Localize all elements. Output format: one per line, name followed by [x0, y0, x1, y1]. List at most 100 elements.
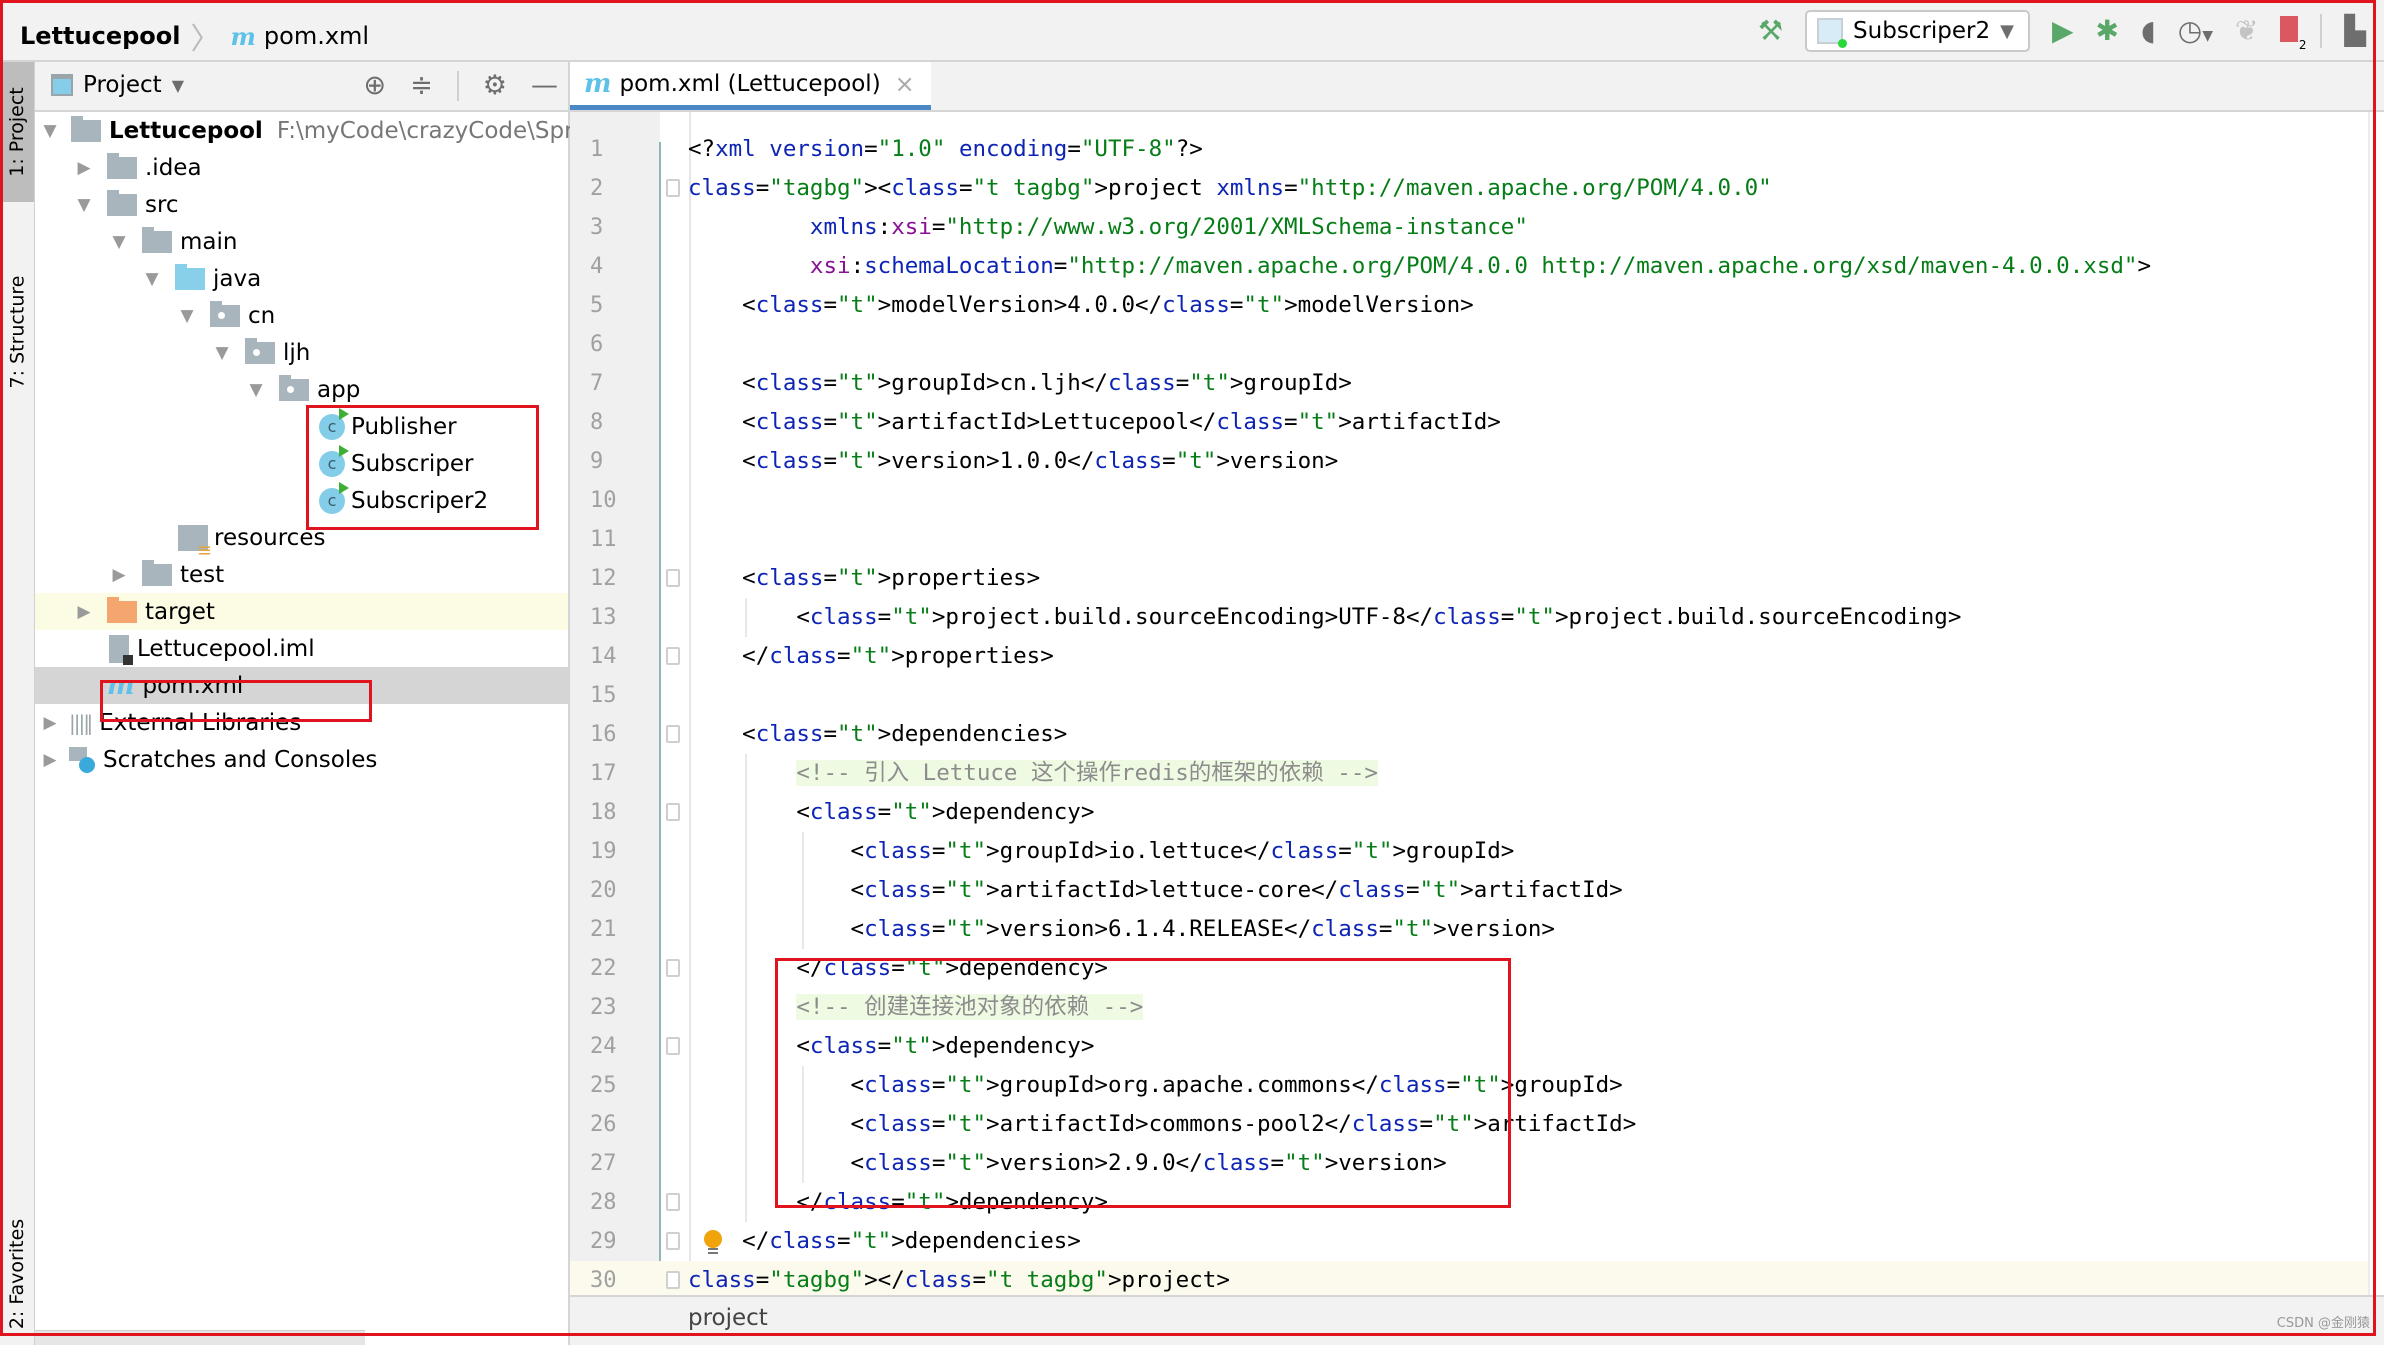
editor-breadcrumb-item[interactable]: project — [688, 1305, 768, 1331]
line-number[interactable]: 23 — [570, 988, 650, 1027]
code-line[interactable]: <class="t">groupId>cn.ljh</class="t">gro… — [688, 364, 1352, 403]
expand-arrow-icon[interactable]: ▶ — [41, 713, 59, 733]
tree-item-scratches[interactable]: ▶ Scratches and Consoles — [35, 741, 568, 778]
line-number[interactable]: 24 — [570, 1027, 650, 1066]
tree-item-file-selected[interactable]: m pom.xml — [35, 667, 568, 704]
code-line[interactable]: </class="t">dependencies> — [688, 1222, 1081, 1261]
fold-marker-icon[interactable] — [666, 1037, 680, 1055]
tree-item-class[interactable]: c Publisher — [35, 407, 568, 445]
code-line[interactable]: <class="t">version>6.1.4.RELEASE</class=… — [688, 910, 1555, 949]
lightbulb-icon[interactable] — [704, 1230, 722, 1254]
code-line[interactable]: <class="t">groupId>io.lettuce</class="t"… — [688, 832, 1515, 871]
code-line[interactable]: class="tagbg"><class="t tagbg">project x… — [688, 169, 1772, 208]
line-number[interactable]: 7 — [570, 364, 650, 403]
line-number[interactable]: 17 — [570, 754, 650, 793]
coverage-icon[interactable]: ◖ — [2141, 17, 2156, 45]
line-number[interactable]: 20 — [570, 871, 650, 910]
collapse-all-icon[interactable]: ≑ — [410, 70, 433, 101]
tree-item-folder[interactable]: ▼ main — [35, 223, 568, 260]
code-line[interactable]: <?xml version="1.0" encoding="UTF-8"?> — [688, 130, 1203, 169]
tree-item-package[interactable]: ▼ ljh — [35, 334, 568, 371]
tree-item-class[interactable]: c Subscriper2 — [35, 481, 568, 519]
fold-marker-icon[interactable] — [666, 1193, 680, 1211]
line-number[interactable]: 25 — [570, 1066, 650, 1105]
collapse-arrow-icon[interactable]: ▼ — [178, 306, 196, 326]
line-number[interactable]: 5 — [570, 286, 650, 325]
expand-arrow-icon[interactable]: ▶ — [75, 158, 93, 178]
expand-arrow-icon[interactable]: ▶ — [41, 750, 59, 770]
fold-marker-icon[interactable] — [666, 959, 680, 977]
code-line[interactable]: </class="t">dependency> — [688, 949, 1108, 988]
code-line[interactable]: <class="t">artifactId>commons-pool2</cla… — [688, 1105, 1637, 1144]
line-number[interactable]: 4 — [570, 247, 650, 286]
horizontal-scrollbar[interactable] — [35, 1330, 365, 1345]
project-structure-icon[interactable]: ▙ — [2344, 17, 2366, 45]
line-number[interactable]: 8 — [570, 403, 650, 442]
breadcrumb-file[interactable]: pom.xml — [264, 22, 369, 50]
collapse-arrow-icon[interactable]: ▼ — [75, 195, 93, 215]
line-number[interactable]: 2 — [570, 169, 650, 208]
profiler-icon[interactable]: ◷▼ — [2178, 17, 2213, 45]
line-number[interactable]: 3 — [570, 208, 650, 247]
line-number[interactable]: 26 — [570, 1105, 650, 1144]
tree-item-resources[interactable]: resources — [35, 519, 568, 561]
code-line[interactable]: <class="t">groupId>org.apache.commons</c… — [688, 1066, 1623, 1105]
line-number[interactable]: 14 — [570, 637, 650, 676]
expand-arrow-icon[interactable]: ▶ — [110, 565, 128, 585]
fold-marker-icon[interactable] — [666, 1271, 680, 1289]
fold-marker-icon[interactable] — [666, 1232, 680, 1250]
editor-tab-pom[interactable]: m pom.xml (Lettucepool) × — [570, 62, 931, 110]
line-number[interactable]: 11 — [570, 520, 650, 559]
code-line[interactable]: <class="t">dependency> — [688, 793, 1094, 832]
expand-arrow-icon[interactable]: ▼ — [41, 121, 59, 141]
tree-item-package[interactable]: ▼ app — [35, 371, 568, 408]
run-icon[interactable]: ▶ — [2052, 17, 2074, 45]
line-number[interactable]: 29 — [570, 1222, 650, 1261]
tree-item-folder[interactable]: ▼ src — [35, 186, 568, 223]
code-line[interactable]: </class="t">dependency> — [688, 1183, 1108, 1222]
stripe-favorites-button[interactable]: 2: Favorites — [0, 1202, 34, 1345]
fold-marker-icon[interactable] — [666, 569, 680, 587]
line-number[interactable]: 16 — [570, 715, 650, 754]
fold-marker-icon[interactable] — [666, 179, 680, 197]
collapse-arrow-icon[interactable]: ▼ — [213, 343, 231, 363]
stripe-project-button[interactable]: 1: Project — [0, 62, 34, 202]
expand-arrow-icon[interactable]: ▶ — [75, 602, 93, 622]
fold-marker-icon[interactable] — [666, 725, 680, 743]
tree-item-libraries[interactable]: ▶ |||‖ External Libraries — [35, 704, 568, 741]
code-line[interactable]: <!-- 创建连接池对象的依赖 --> — [688, 988, 1144, 1027]
debug-bug-icon[interactable]: ✱ — [2096, 17, 2119, 45]
project-view-selector[interactable]: Project ▼ — [51, 72, 184, 98]
locate-file-icon[interactable]: ⊕ — [364, 70, 387, 101]
stop-button[interactable]: 2 — [2280, 15, 2306, 51]
line-number[interactable]: 22 — [570, 949, 650, 988]
collapse-arrow-icon[interactable]: ▼ — [247, 380, 265, 400]
code-line[interactable]: xmlns:xsi="http://www.w3.org/2001/XMLSch… — [688, 208, 1528, 247]
tree-item-folder[interactable]: ▶ .idea — [35, 149, 568, 186]
line-number[interactable]: 12 — [570, 559, 650, 598]
code-line[interactable]: xsi:schemaLocation="http://maven.apache.… — [688, 247, 2151, 286]
code-line[interactable]: <!-- 引入 Lettuce 这个操作redis的框架的依赖 --> — [688, 754, 1378, 793]
breadcrumb-project[interactable]: Lettucepool — [20, 22, 181, 50]
tree-item-folder[interactable]: ▶ test — [35, 556, 568, 593]
code-line[interactable]: <class="t">properties> — [688, 559, 1040, 598]
tree-item-class[interactable]: c Subscriper — [35, 444, 568, 482]
line-number[interactable]: 15 — [570, 676, 650, 715]
line-number[interactable]: 6 — [570, 325, 650, 364]
attach-debugger-icon[interactable]: ❦ — [2235, 17, 2258, 45]
tree-item-source-folder[interactable]: ▼ java — [35, 260, 568, 297]
code-line[interactable]: <class="t">modelVersion>4.0.0</class="t"… — [688, 286, 1474, 325]
vertical-scrollbar[interactable] — [2368, 112, 2384, 1295]
line-number[interactable]: 10 — [570, 481, 650, 520]
code-line[interactable]: <class="t">artifactId>lettuce-core</clas… — [688, 871, 1623, 910]
gear-icon[interactable]: ⚙ — [483, 70, 507, 101]
line-number[interactable]: 27 — [570, 1144, 650, 1183]
code-line[interactable]: </class="t">properties> — [688, 637, 1054, 676]
tree-item-module[interactable]: ▼ Lettucepool F:\myCode\crazyCode\Spring… — [35, 112, 625, 149]
stripe-structure-button[interactable]: 7: Structure — [0, 227, 34, 437]
hide-panel-icon[interactable]: — — [531, 70, 558, 101]
hammer-icon[interactable]: ⚒ — [1758, 17, 1783, 45]
code-line[interactable]: <class="t">dependency> — [688, 1027, 1094, 1066]
tree-item-package[interactable]: ▼ cn — [35, 297, 568, 334]
line-number[interactable]: 13 — [570, 598, 650, 637]
